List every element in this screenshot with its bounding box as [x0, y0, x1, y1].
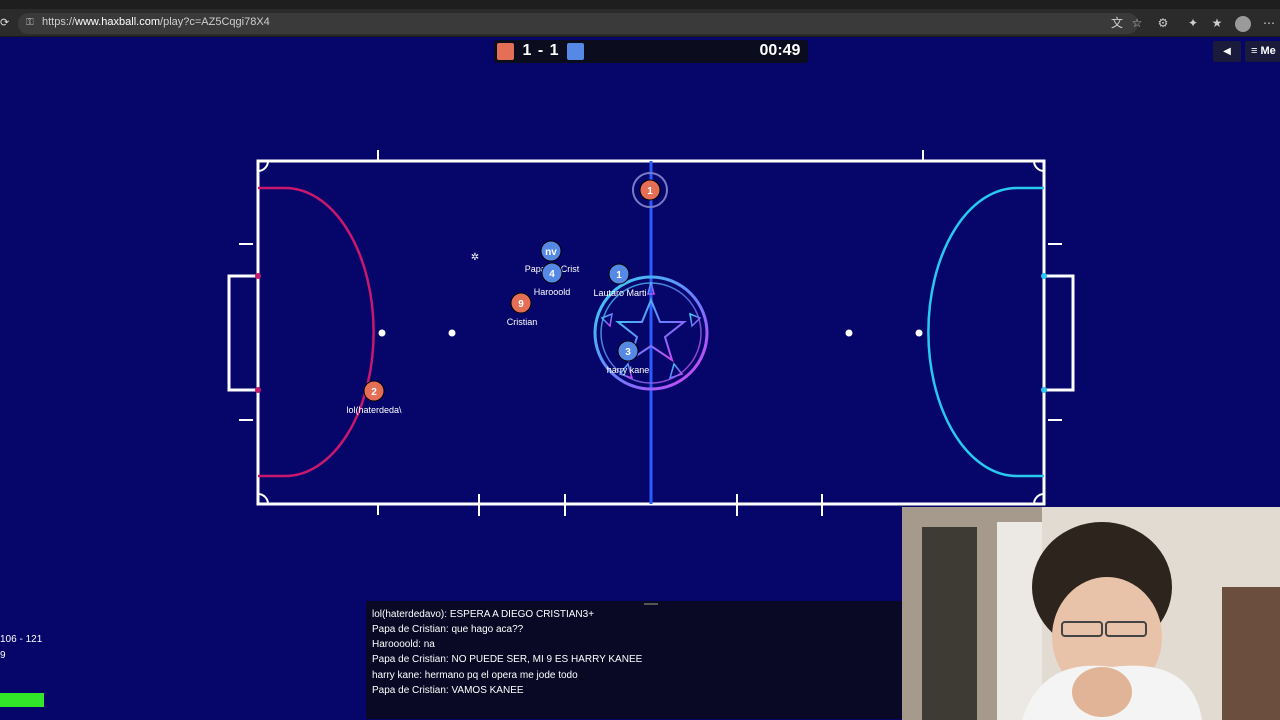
chat-resize-handle[interactable] [644, 603, 658, 605]
player-number: 4 [549, 269, 555, 280]
player-name: Lautaro Marti [593, 288, 646, 298]
chat-message: harry kane: hermano pq el opera me jode … [372, 670, 578, 681]
player-number: 1 [647, 186, 653, 197]
player-number: 1 [616, 270, 622, 281]
chat-message: lol(haterdedavo): ESPERA A DIEGO CRISTIA… [372, 609, 595, 620]
chat-message: Papa de Cristian: NO PUEDE SER, MI 9 ES … [372, 654, 643, 665]
player-number: 2 [371, 387, 377, 398]
ping-graph [0, 693, 44, 707]
player-name: Harooold [534, 287, 571, 297]
webcam-overlay [902, 507, 1280, 720]
player-name: Cristian [507, 317, 538, 327]
stats-text: 9 [0, 650, 6, 661]
player-red-9: 9 Cristian [507, 292, 538, 327]
player-number: 3 [625, 347, 631, 358]
player-red-1: 1 [639, 179, 661, 201]
player-red-2: 2 lol(haterdeda\ [346, 380, 402, 415]
player-number: nv [545, 247, 557, 258]
player-blue-1: 1 Lautaro Marti [593, 263, 647, 298]
left-goal [227, 274, 258, 392]
player-blue-3: 3 harry kane [607, 340, 650, 375]
right-goal [1044, 274, 1075, 392]
chat-message: Papa de Cristian: que hago aca?? [372, 624, 524, 635]
chat-message: Haroooold: na [372, 639, 435, 650]
ball-marker-icon: ✲ [471, 252, 479, 263]
player-name: lol(haterdeda\ [346, 405, 402, 415]
stats-text: 106 - 121 [0, 634, 43, 645]
left-penalty-area [258, 186, 375, 478]
player-number: 9 [518, 299, 524, 310]
player-name: harry kane [607, 365, 650, 375]
right-penalty-area [927, 186, 1044, 478]
webcam-feed [902, 507, 1280, 720]
chat-message: Papa de Cristian: VAMOS KANEE [372, 685, 524, 696]
